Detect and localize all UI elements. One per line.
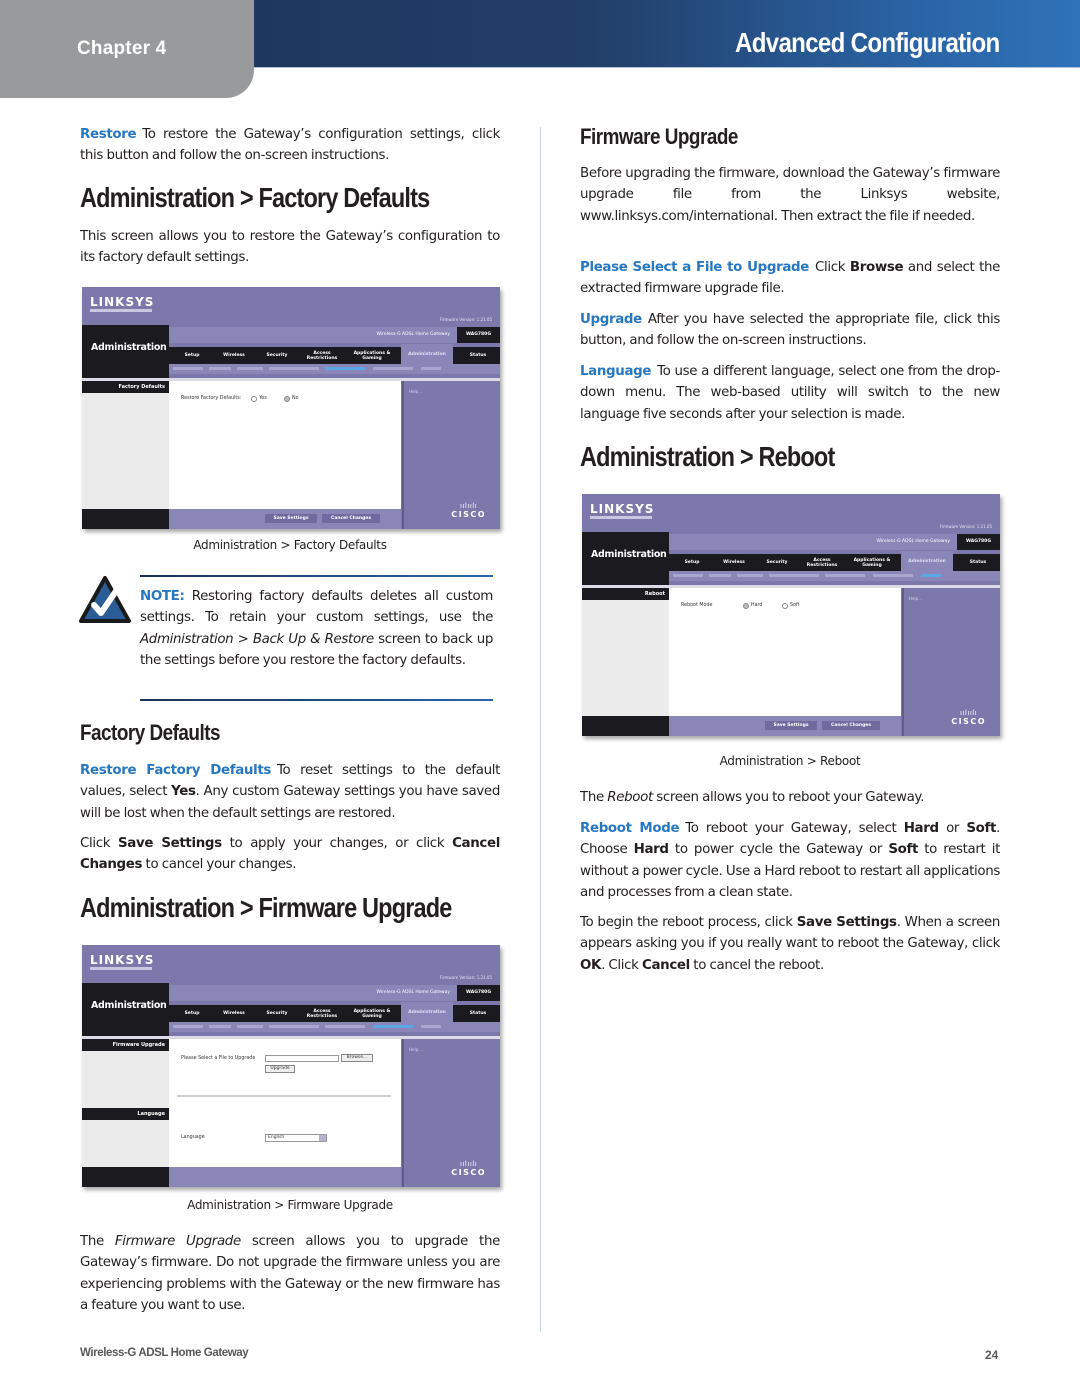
tab-apps[interactable]: Applications & Gaming xyxy=(347,347,397,364)
reboot-screenshot: LINKSYS Firmware Version: 1.21.05 Admini… xyxy=(582,494,1000,736)
save-settings-button[interactable]: Save Settings xyxy=(265,514,317,523)
page-title: Advanced Configuration xyxy=(735,27,1001,58)
language-paragraph: Language To use a different language, sel… xyxy=(580,364,1000,422)
radio-no[interactable] xyxy=(284,396,290,402)
restore-term: Restore xyxy=(80,127,137,142)
factory-intro: This screen allows you to restore the Ga… xyxy=(80,229,500,266)
cancel-changes-button[interactable]: Cancel Changes xyxy=(322,514,380,523)
browse-button[interactable]: Browse... xyxy=(341,1054,373,1062)
firmware-intro: The Firmware Upgrade screen allows you t… xyxy=(80,1234,500,1313)
checkmark-note-icon xyxy=(79,576,131,623)
router-nav: Setup Wireless Security Access Restricti… xyxy=(169,344,500,364)
footer-product: Wireless-G ADSL Home Gateway xyxy=(80,1347,249,1359)
restore-factory-paragraph: Restore Factory Defaults To reset setting… xyxy=(80,763,500,821)
select-file-paragraph: Please Select a File to Upgrade Click Bro… xyxy=(580,260,1000,297)
factory-defaults-heading: Administration > Factory Defaults xyxy=(80,182,430,213)
note-rule-bottom xyxy=(140,699,493,701)
firmware-paragraph: Before upgrading the firmware, download … xyxy=(580,166,1000,224)
chevron-down-icon xyxy=(319,1135,326,1141)
radio-yes[interactable] xyxy=(251,396,257,402)
tab-setup[interactable]: Setup xyxy=(173,347,211,364)
upgrade-button[interactable]: Upgrade xyxy=(265,1065,295,1073)
reboot-heading: Administration > Reboot xyxy=(580,441,835,472)
file-input[interactable] xyxy=(265,1055,339,1062)
column-divider xyxy=(540,127,541,1332)
chapter-label: Chapter 4 xyxy=(77,38,167,59)
cisco-logo: ıılıılı CISCO xyxy=(451,502,486,520)
firmware-upgrade-screenshot: LINKSYS Firmware Version: 1.21.05 Admini… xyxy=(82,945,500,1187)
reboot-intro: The Reboot screen allows you to reboot y… xyxy=(580,790,924,805)
upgrade-paragraph: Upgrade After you have selected the appro… xyxy=(580,312,1000,349)
tab-administration[interactable]: Administration xyxy=(401,344,453,364)
radio-soft[interactable] xyxy=(782,603,788,609)
firmware-subheading: Firmware Upgrade xyxy=(580,124,738,149)
reboot-caption: Administration > Reboot xyxy=(719,754,861,768)
page-number: 24 xyxy=(985,1348,999,1362)
tab-status[interactable]: Status xyxy=(457,347,499,364)
tab-security[interactable]: Security xyxy=(257,347,297,364)
firmware-upgrade-heading: Administration > Firmware Upgrade xyxy=(80,892,452,923)
language-select[interactable]: English xyxy=(265,1134,327,1142)
header-rule xyxy=(250,67,1080,68)
linksys-logo: LINKSYS xyxy=(90,295,155,309)
factory-subheading: Factory Defaults xyxy=(80,720,221,745)
firmware-caption: Administration > Firmware Upgrade xyxy=(187,1198,393,1212)
tab-wireless[interactable]: Wireless xyxy=(213,347,255,364)
note-text: NOTE: Restoring factory defaults deletes… xyxy=(140,589,493,668)
radio-hard[interactable] xyxy=(743,603,749,609)
restore-paragraph: Restore To restore the Gateway’s configur… xyxy=(80,127,500,164)
reboot-mode-paragraph: Reboot Mode To reboot your Gateway, selec… xyxy=(580,821,1000,900)
note-rule-top xyxy=(140,575,493,577)
save-settings-paragraph: Click Save Settings to apply your change… xyxy=(80,836,500,873)
factory-defaults-screenshot: LINKSYS Firmware Version: 1.21.05 Admini… xyxy=(82,287,500,529)
reboot-begin-paragraph: To begin the reboot process, click Save … xyxy=(580,915,1000,973)
factory-caption: Administration > Factory Defaults xyxy=(193,538,387,552)
chapter-tab: Chapter 4 xyxy=(0,0,254,98)
tab-access[interactable]: Access Restrictions xyxy=(299,347,345,364)
